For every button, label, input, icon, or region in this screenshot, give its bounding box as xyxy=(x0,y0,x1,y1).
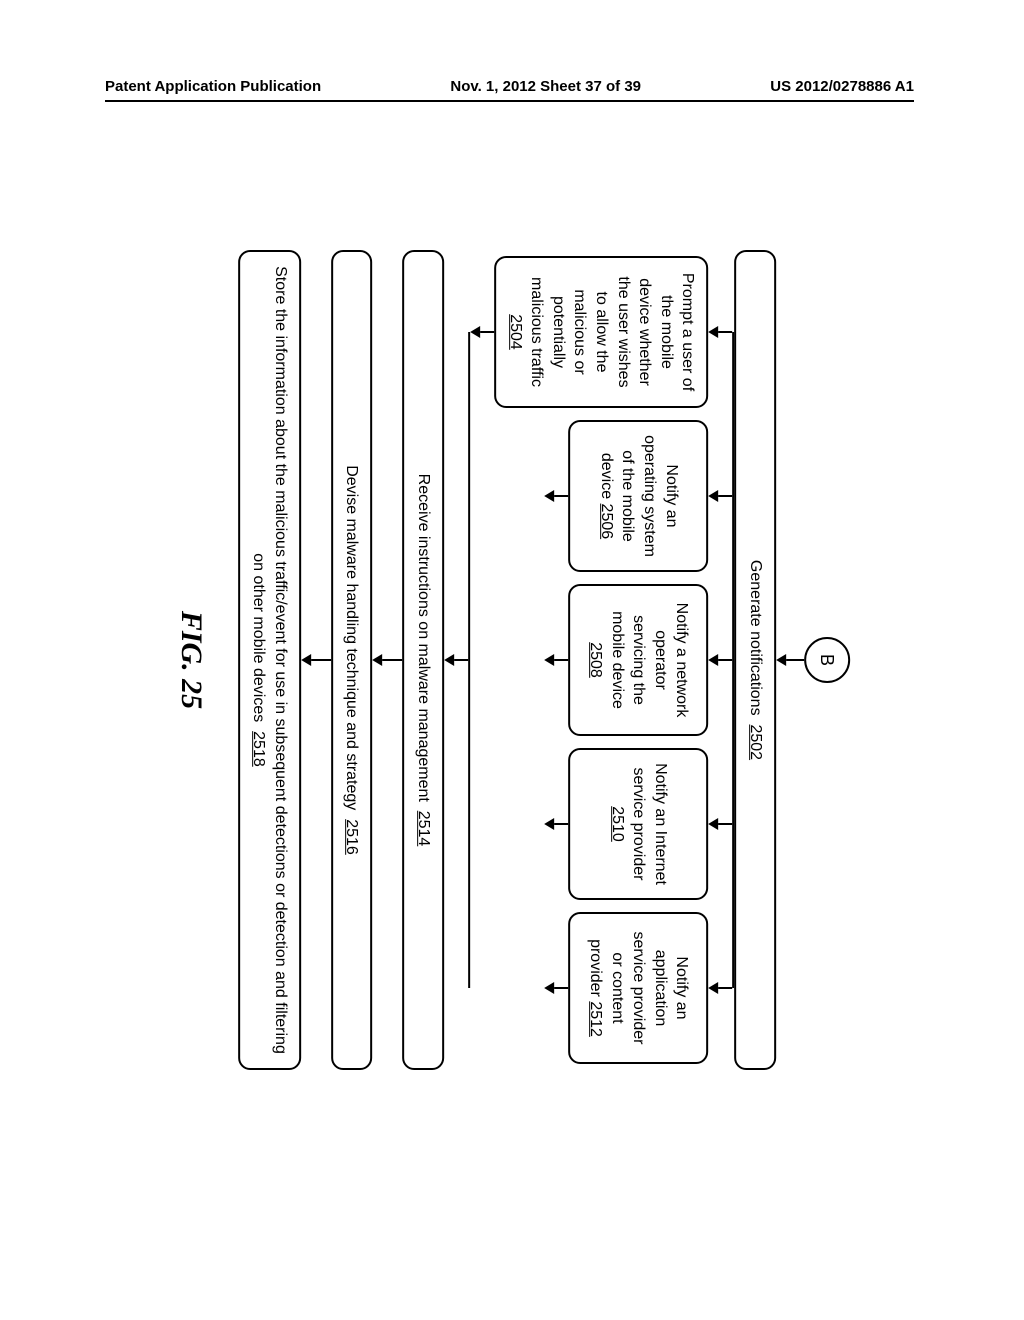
box-text: Notify a network operator servicing the … xyxy=(609,603,691,718)
box-receive-instructions: Receive instructions on malware manageme… xyxy=(403,250,445,1070)
branch-box: Notify an Internet service provider 2510 xyxy=(569,748,709,900)
branch-column: Notify an operating system of the mobile… xyxy=(470,414,732,578)
box-text: Generate notifications xyxy=(747,560,764,716)
flowchart: B Generate notifications 2502 Prompt a u… xyxy=(174,220,850,1100)
arrow-icon xyxy=(776,654,804,666)
branch-column: Notify an application service provider o… xyxy=(470,906,732,1070)
arrow-icon xyxy=(709,326,733,338)
header-divider xyxy=(105,100,914,102)
page-header: Patent Application Publication Nov. 1, 2… xyxy=(0,78,1024,95)
box-text: Devise malware handling technique and st… xyxy=(344,465,361,810)
arrow-icon xyxy=(709,490,733,502)
arrow-icon xyxy=(545,818,569,830)
arrow-icon xyxy=(373,654,403,666)
branch-column: Notify a network operator servicing the … xyxy=(470,578,732,742)
box-ref: 2514 xyxy=(415,811,432,847)
branch-box: Notify an operating system of the mobile… xyxy=(569,420,709,572)
branch-box: Prompt a user of the mobile device wheth… xyxy=(494,256,708,408)
box-ref: 2512 xyxy=(587,1001,604,1037)
connector-label: B xyxy=(817,654,838,666)
header-left: Patent Application Publication xyxy=(105,78,321,95)
box-ref: 2504 xyxy=(507,314,524,350)
arrow-icon xyxy=(444,654,468,666)
arrow-icon xyxy=(545,654,569,666)
arrow-icon xyxy=(545,982,569,994)
box-ref: 2518 xyxy=(250,731,267,767)
arrow-icon xyxy=(709,818,733,830)
branch-box: Notify an application service provider o… xyxy=(569,912,709,1064)
box-ref: 2508 xyxy=(587,642,604,678)
figure-caption: FIG. 25 xyxy=(174,611,208,709)
header-right: US 2012/0278886 A1 xyxy=(770,78,914,95)
split-bar-top xyxy=(733,250,735,1070)
header-center: Nov. 1, 2012 Sheet 37 of 39 xyxy=(450,78,641,95)
box-text: Receive instructions on malware manageme… xyxy=(415,474,432,802)
arrow-icon xyxy=(301,654,331,666)
box-store-info: Store the information about the maliciou… xyxy=(238,250,301,1070)
arrow-icon xyxy=(709,982,733,994)
arrow-icon xyxy=(709,654,733,666)
arrow-icon xyxy=(545,490,569,502)
branch-box: Notify a network operator servicing the … xyxy=(569,584,709,736)
box-generate-notifications: Generate notifications 2502 xyxy=(735,250,777,1070)
box-text: Notify an Internet service provider xyxy=(630,763,669,885)
box-ref: 2506 xyxy=(598,504,615,540)
arrow-icon xyxy=(470,326,494,338)
box-ref: 2516 xyxy=(344,819,361,855)
box-devise-strategy: Devise malware handling technique and st… xyxy=(331,250,373,1070)
box-ref: 2510 xyxy=(609,806,626,842)
box-text: Prompt a user of the mobile device wheth… xyxy=(528,273,696,391)
connector-b: B xyxy=(804,637,850,683)
branch-column: Prompt a user of the mobile device wheth… xyxy=(470,250,732,414)
branch-row: Prompt a user of the mobile device wheth… xyxy=(470,250,732,1070)
branch-column: Notify an Internet service provider 2510 xyxy=(470,742,732,906)
split-bar-bottom xyxy=(468,250,470,1070)
box-ref: 2502 xyxy=(747,724,764,760)
box-text: Store the information about the maliciou… xyxy=(250,266,289,1054)
